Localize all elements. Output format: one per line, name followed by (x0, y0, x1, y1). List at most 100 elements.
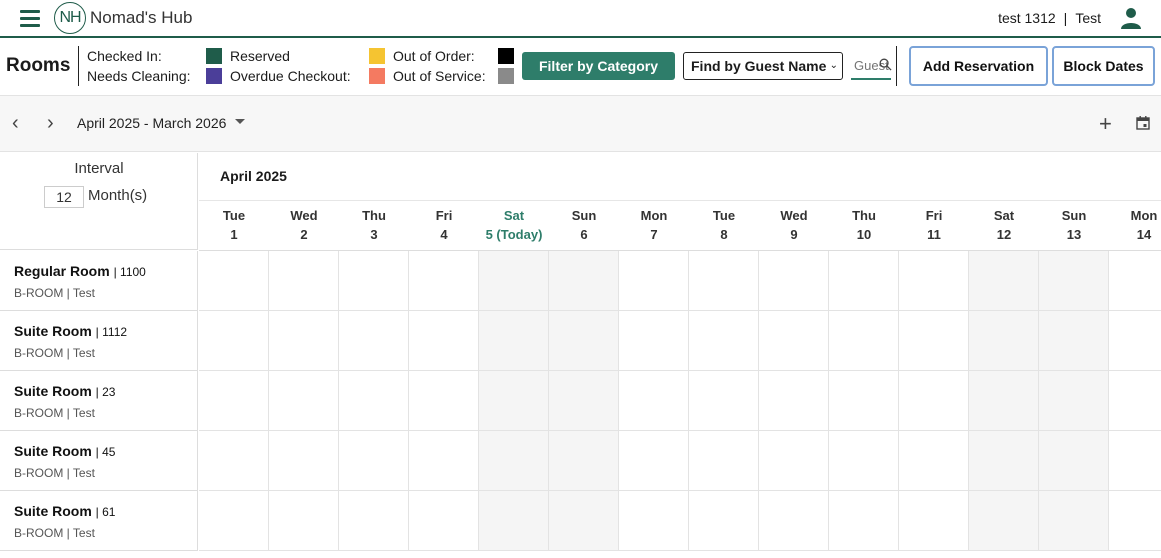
calendar-cell[interactable] (409, 491, 479, 551)
calendar-cell[interactable] (479, 491, 549, 551)
calendar-cell[interactable] (1039, 431, 1109, 491)
calendar-cell[interactable] (549, 251, 619, 311)
add-reservation-button[interactable]: Add Reservation (909, 46, 1048, 86)
legend-needs-cleaning-label: Needs Cleaning: (87, 68, 191, 84)
calendar-cell[interactable] (689, 431, 759, 491)
calendar-cell[interactable] (269, 311, 339, 371)
rooms-toolbar: Rooms Checked In: Needs Cleaning: Reserv… (0, 40, 1161, 94)
calendar-cell[interactable] (619, 431, 689, 491)
day-header: Fri 4 (409, 201, 479, 251)
calendar-cell[interactable] (829, 371, 899, 431)
calendar-cell[interactable] (759, 311, 829, 371)
calendar-cell[interactable] (829, 311, 899, 371)
month-title: April 2025 (220, 168, 287, 184)
calendar-cell[interactable] (759, 431, 829, 491)
calendar-cell[interactable] (1109, 371, 1161, 431)
calendar-cell[interactable] (339, 311, 409, 371)
calendar-cell[interactable] (339, 251, 409, 311)
calendar-cell[interactable] (759, 371, 829, 431)
calendar-cell[interactable] (1109, 311, 1161, 371)
calendar-cell[interactable] (339, 491, 409, 551)
calendar-cell[interactable] (759, 251, 829, 311)
search-icon[interactable] (879, 58, 892, 71)
calendar-cell[interactable] (689, 491, 759, 551)
calendar-cell[interactable] (479, 251, 549, 311)
room-row[interactable]: Suite Room | 1112 B-ROOM | Test (0, 311, 198, 371)
room-row[interactable]: Suite Room | 61 B-ROOM | Test (0, 491, 198, 551)
calendar-cell[interactable] (269, 251, 339, 311)
calendar-cell[interactable] (1039, 251, 1109, 311)
calendar-cell[interactable] (759, 491, 829, 551)
calendar-cell[interactable] (689, 371, 759, 431)
calendar-cell[interactable] (339, 371, 409, 431)
calendar-cell[interactable] (619, 311, 689, 371)
calendar-cell[interactable] (199, 491, 269, 551)
calendar-cell[interactable] (479, 371, 549, 431)
plus-icon[interactable]: + (1099, 113, 1112, 135)
previous-arrow-icon[interactable]: ‹ (12, 113, 19, 133)
calendar-cell[interactable] (619, 371, 689, 431)
calendar-cell[interactable] (899, 491, 969, 551)
calendar-cell[interactable] (969, 371, 1039, 431)
calendar-cell[interactable] (549, 311, 619, 371)
day-of-week: Mon (640, 208, 668, 223)
calendar-cell[interactable] (549, 431, 619, 491)
calendar-cell[interactable] (269, 371, 339, 431)
calendar-cell[interactable] (1109, 491, 1161, 551)
calendar-cell[interactable] (409, 371, 479, 431)
calendar-cell[interactable] (549, 491, 619, 551)
room-row[interactable]: Regular Room | 1100 B-ROOM | Test (0, 251, 198, 311)
calendar-cell[interactable] (969, 491, 1039, 551)
calendar-cell[interactable] (829, 431, 899, 491)
hamburger-menu-icon[interactable] (20, 9, 40, 27)
calendar-cell[interactable] (199, 431, 269, 491)
calendar-cell[interactable] (1109, 431, 1161, 491)
calendar-cell[interactable] (969, 311, 1039, 371)
calendar-cell[interactable] (829, 491, 899, 551)
calendar-cell[interactable] (969, 251, 1039, 311)
calendar-cell[interactable] (199, 251, 269, 311)
guest-search-type-select[interactable]: Find by Guest Name ⌄ (683, 52, 843, 80)
calendar-cell[interactable] (689, 311, 759, 371)
user-account-icon[interactable] (1119, 6, 1143, 30)
calendar-cell[interactable] (899, 371, 969, 431)
calendar-cell[interactable] (409, 251, 479, 311)
day-of-week: Wed (290, 208, 318, 223)
caret-down-icon[interactable] (235, 119, 245, 124)
calendar-cell[interactable] (899, 431, 969, 491)
calendar-cell[interactable] (899, 311, 969, 371)
calendar-cell[interactable] (1109, 251, 1161, 311)
calendar-cell[interactable] (409, 431, 479, 491)
calendar-cell[interactable] (199, 311, 269, 371)
calendar-cell[interactable] (829, 251, 899, 311)
calendar-cell[interactable] (899, 251, 969, 311)
calendar-cell[interactable] (479, 311, 549, 371)
org-name: Test (1075, 10, 1101, 26)
calendar-cell[interactable] (1039, 311, 1109, 371)
calendar-cell[interactable] (549, 371, 619, 431)
calendar-cell[interactable] (269, 431, 339, 491)
calendar-cell[interactable] (269, 491, 339, 551)
page-title: Rooms (6, 55, 71, 76)
next-arrow-icon[interactable]: › (47, 113, 54, 133)
room-row[interactable]: Suite Room | 23 B-ROOM | Test (0, 371, 198, 431)
date-range-selector[interactable]: April 2025 - March 2026 (77, 115, 226, 131)
day-of-week: Tue (222, 208, 246, 223)
room-name: Suite Room | 23 (14, 383, 115, 399)
calendar-cell[interactable] (619, 491, 689, 551)
calendar-cell[interactable] (339, 431, 409, 491)
calendar-icon[interactable] (1136, 116, 1150, 130)
interval-input[interactable] (44, 186, 84, 208)
room-row[interactable]: Suite Room | 45 B-ROOM | Test (0, 431, 198, 491)
calendar-cell[interactable] (409, 311, 479, 371)
block-dates-button[interactable]: Block Dates (1052, 46, 1155, 86)
app-logo[interactable]: NH (54, 2, 86, 34)
calendar-cell[interactable] (479, 431, 549, 491)
calendar-cell[interactable] (1039, 491, 1109, 551)
calendar-cell[interactable] (969, 431, 1039, 491)
calendar-cell[interactable] (1039, 371, 1109, 431)
calendar-cell[interactable] (689, 251, 759, 311)
filter-by-category-button[interactable]: Filter by Category (522, 52, 675, 80)
calendar-cell[interactable] (619, 251, 689, 311)
calendar-cell[interactable] (199, 371, 269, 431)
